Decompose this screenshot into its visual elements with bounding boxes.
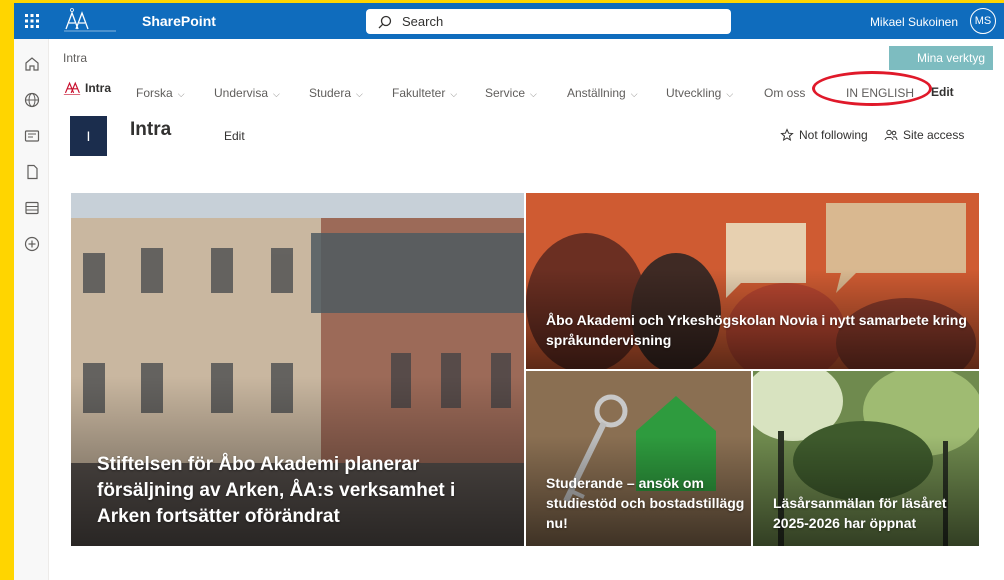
user-avatar[interactable]: MS bbox=[970, 8, 996, 34]
nav-edit-link[interactable]: Edit bbox=[931, 85, 954, 99]
nav-label: Utveckling bbox=[666, 86, 722, 100]
nav-label: Service bbox=[485, 86, 526, 100]
chevron-down-icon: ⌵ bbox=[177, 89, 185, 99]
site-logo-tile[interactable]: I bbox=[70, 116, 107, 156]
site-edit-link[interactable]: Edit bbox=[224, 129, 245, 143]
news-tile-lasarsanmalan[interactable]: Läsårsanmälan för läsåret 2025-2026 har … bbox=[753, 371, 979, 546]
people-icon bbox=[884, 129, 898, 141]
nav-item-utveckling[interactable]: Utveckling ⌵ bbox=[666, 86, 733, 100]
news-title: Åbo Akademi och Yrkeshögskolan Novia i n… bbox=[546, 312, 967, 348]
hub-logo[interactable]: Intra bbox=[63, 78, 111, 98]
chevron-down-icon: ⌵ bbox=[726, 89, 734, 99]
user-name: Mikael Sukoinen bbox=[869, 15, 958, 29]
frame-border-left bbox=[0, 0, 14, 580]
highlight-circle-annotation bbox=[812, 71, 932, 106]
site-access-button[interactable]: Site access bbox=[884, 128, 964, 142]
nav-item-anstallning[interactable]: Anställning ⌵ bbox=[567, 86, 638, 100]
org-logo[interactable] bbox=[60, 7, 120, 37]
nav-item-om-oss[interactable]: Om oss bbox=[764, 86, 805, 100]
news-tile-arken[interactable]: Stiftelsen för Åbo Akademi planerar förs… bbox=[71, 193, 524, 546]
news-tile-novia[interactable]: Åbo Akademi och Yrkeshögskolan Novia i n… bbox=[526, 193, 979, 369]
chevron-down-icon: ⌵ bbox=[530, 89, 537, 99]
chevron-down-icon: ⌵ bbox=[273, 89, 280, 99]
nav-label: Studera bbox=[309, 86, 352, 100]
news-title: Studerande – ansök om studiestöd och bos… bbox=[546, 475, 745, 531]
nav-label: Anställning bbox=[567, 86, 626, 100]
site-header: I Intra Edit Not following Site access bbox=[63, 113, 993, 165]
nav-item-service[interactable]: Service ⌵ bbox=[485, 86, 537, 100]
chevron-down-icon: ⌵ bbox=[356, 89, 363, 99]
hub-logo-icon bbox=[63, 81, 81, 95]
list-icon[interactable] bbox=[23, 199, 41, 217]
app-name[interactable]: SharePoint bbox=[142, 13, 216, 29]
news-icon[interactable] bbox=[23, 127, 41, 145]
follow-label: Not following bbox=[799, 128, 868, 142]
chevron-down-icon: ⌵ bbox=[630, 89, 638, 99]
chevron-down-icon: ⌵ bbox=[450, 89, 458, 99]
app-launcher-icon[interactable] bbox=[14, 3, 50, 39]
nav-item-forska[interactable]: Forska ⌵ bbox=[136, 86, 185, 100]
nav-label: Undervisa bbox=[214, 86, 269, 100]
search-box[interactable]: Search bbox=[366, 9, 731, 34]
breadcrumb[interactable]: Intra bbox=[63, 51, 87, 65]
suite-bar: SharePoint Search Mikael Sukoinen MS bbox=[14, 3, 1004, 39]
news-title: Stiftelsen för Åbo Akademi planerar förs… bbox=[97, 454, 456, 527]
globe-icon[interactable] bbox=[23, 91, 41, 109]
nav-item-undervisa[interactable]: Undervisa ⌵ bbox=[214, 86, 280, 100]
nav-label: Forska bbox=[136, 86, 173, 100]
news-title: Läsårsanmälan för läsåret 2025-2026 har … bbox=[773, 495, 947, 531]
hub-logo-label: Intra bbox=[84, 81, 111, 95]
left-app-bar bbox=[14, 39, 49, 580]
nav-label: Fakulteter bbox=[392, 86, 446, 100]
follow-button[interactable]: Not following bbox=[780, 128, 868, 142]
star-icon bbox=[780, 128, 794, 142]
news-hero: Stiftelsen för Åbo Akademi planerar förs… bbox=[71, 193, 979, 546]
site-title[interactable]: Intra bbox=[130, 119, 171, 141]
nav-item-fakulteter[interactable]: Fakulteter ⌵ bbox=[392, 86, 457, 100]
screen: SharePoint Search Mikael Sukoinen MS Int… bbox=[0, 0, 1004, 580]
home-icon[interactable] bbox=[23, 55, 41, 73]
search-placeholder: Search bbox=[402, 14, 444, 29]
news-tile-studiestod[interactable]: Studerande – ansök om studiestöd och bos… bbox=[526, 371, 751, 546]
search-icon bbox=[378, 15, 392, 28]
nav-item-studera[interactable]: Studera ⌵ bbox=[309, 86, 363, 100]
file-icon[interactable] bbox=[23, 163, 41, 181]
add-icon[interactable] bbox=[23, 235, 41, 253]
my-tools-button[interactable]: Mina verktyg bbox=[889, 46, 993, 70]
site-access-label: Site access bbox=[903, 128, 965, 142]
